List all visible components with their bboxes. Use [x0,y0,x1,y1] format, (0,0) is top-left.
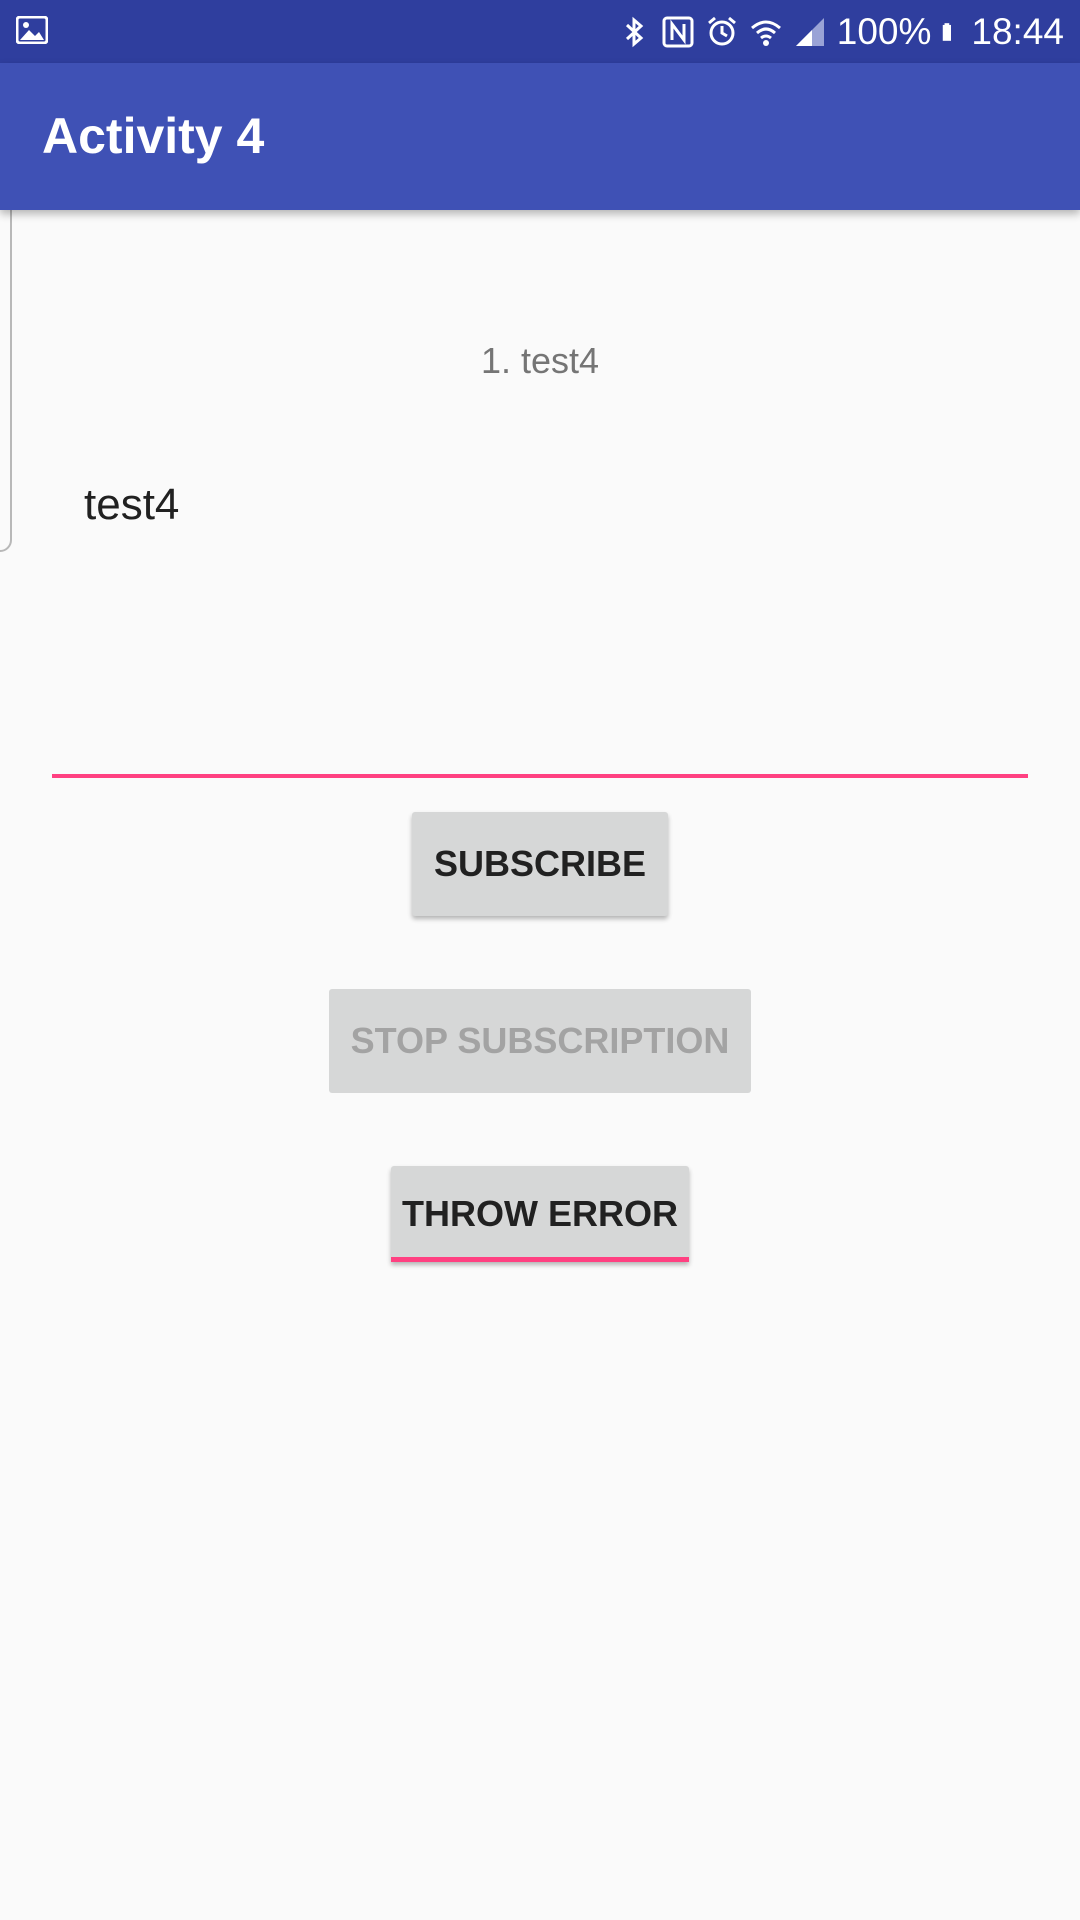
bluetooth-icon [625,16,644,47]
status-indicators: 100% 18:44 [617,0,1064,63]
signal-icon [795,17,824,46]
alarm-icon [707,16,736,45]
stop-subscription-button[interactable]: STOP SUBSCRIPTION [329,989,751,1093]
text-input[interactable]: test4 [52,470,1028,778]
status-bar: 100% 18:44 [0,0,1080,63]
throw-error-button[interactable]: THROW ERROR [391,1166,689,1262]
list-item: 1. test4 [480,340,600,381]
battery-icon [943,22,952,41]
text-input-value: test4 [84,480,180,529]
nfc-icon [662,16,694,47]
wifi-icon [750,20,781,46]
battery-percent: 100% [836,11,932,52]
clock: 18:44 [971,11,1064,52]
subscribe-button[interactable]: SUBSCRIBE [412,812,668,916]
app-bar: Activity 4 [0,63,1080,210]
gallery-icon [16,16,48,44]
page-title: Activity 4 [42,108,265,164]
